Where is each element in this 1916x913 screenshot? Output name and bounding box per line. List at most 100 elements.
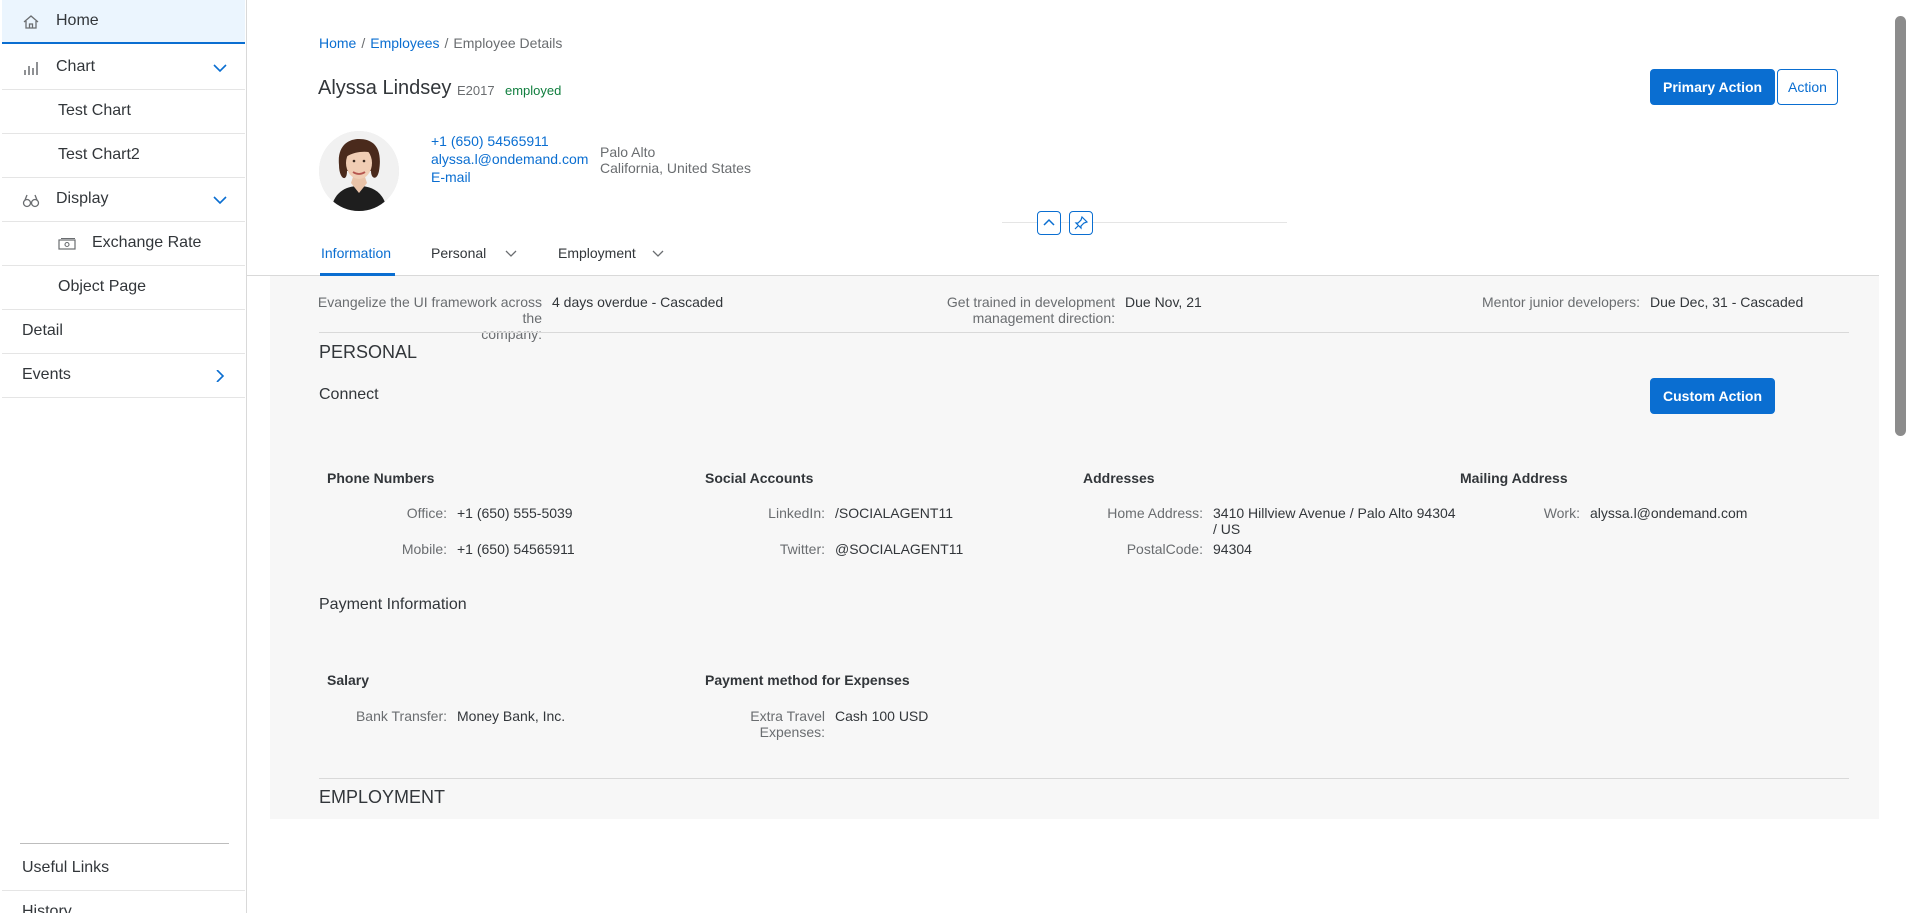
chevron-down-icon[interactable] xyxy=(505,250,517,258)
tab-information[interactable]: Information xyxy=(321,245,391,261)
tab-employment[interactable]: Employment xyxy=(558,245,636,261)
chevron-down-icon[interactable] xyxy=(652,250,664,258)
kpi-label: Mentor junior developers: xyxy=(1410,294,1640,310)
sidebar-item-home[interactable]: Home xyxy=(2,0,245,44)
money-bills-icon xyxy=(58,238,76,250)
sidebar-item-exchange-rate[interactable]: Exchange Rate xyxy=(2,222,245,266)
collapse-header-button[interactable] xyxy=(1037,211,1061,235)
field-label: Work: xyxy=(1543,505,1580,521)
sidebar-item-label: Home xyxy=(56,12,99,29)
field-value: /SOCIALAGENT11 xyxy=(835,505,954,521)
sidebar-item-label: Detail xyxy=(22,322,63,339)
sidebar-item-history[interactable]: History xyxy=(2,891,245,913)
field-value: 94304 xyxy=(1213,541,1252,557)
kpi-value: Due Nov, 21 xyxy=(1125,294,1202,310)
location-region: California, United States xyxy=(600,160,751,176)
page-title: Alyssa Lindsey xyxy=(318,77,452,99)
kpi-value: 4 days overdue - Cascaded xyxy=(552,294,724,310)
field-label: Bank Transfer: xyxy=(355,708,447,724)
kpi-label-line: company: xyxy=(481,326,542,342)
field-value: 3410 Hillview Avenue / Palo Alto 94304 /… xyxy=(1213,505,1463,537)
section-title-employment: EMPLOYMENT xyxy=(319,787,446,807)
divider xyxy=(319,332,1849,333)
bar-chart-icon xyxy=(24,62,38,75)
kpi-value: Due Dec, 31 - Cascaded xyxy=(1650,294,1804,310)
group-title-phone-numbers: Phone Numbers xyxy=(327,470,435,486)
tab-personal[interactable]: Personal xyxy=(431,245,486,261)
breadcrumb-link-home[interactable]: Home xyxy=(319,35,356,51)
group-title-addresses: Addresses xyxy=(1083,470,1155,486)
chevron-right-icon[interactable] xyxy=(213,370,227,382)
sidebar-item-label: Object Page xyxy=(58,278,147,295)
sidebar-item-label: History xyxy=(22,903,72,913)
field-value: Cash 100 USD xyxy=(835,708,929,724)
field-value-line: / US xyxy=(1213,521,1241,537)
custom-action-button[interactable]: Custom Action xyxy=(1650,378,1776,414)
breadcrumb-separator: / xyxy=(361,35,366,51)
section-title-personal: PERSONAL xyxy=(319,342,418,362)
kpi-label-line: Get trained in development xyxy=(946,294,1115,310)
vertical-scrollbar[interactable] xyxy=(1895,16,1906,436)
phone-link[interactable]: +1 (650) 54565911 xyxy=(431,133,549,149)
kpi-label-line: management direction: xyxy=(972,310,1115,326)
breadcrumb-link-employees[interactable]: Employees xyxy=(370,35,439,51)
employee-id: E2017 xyxy=(457,83,495,98)
sidebar-item-test-chart[interactable]: Test Chart xyxy=(2,90,245,134)
sidebar-item-detail[interactable]: Detail xyxy=(2,310,245,354)
person-photo xyxy=(319,131,399,211)
subsection-title-connect: Connect xyxy=(319,386,379,403)
kpi-label: Get trained in development management di… xyxy=(890,294,1115,326)
kpi-label: Evangelize the UI framework across the c… xyxy=(300,294,542,342)
email-link[interactable]: alyssa.l@ondemand.com xyxy=(431,151,588,167)
field-value: Money Bank, Inc. xyxy=(457,708,566,724)
location-city: Palo Alto xyxy=(600,144,656,160)
group-title-mailing-address: Mailing Address xyxy=(1460,470,1568,486)
sidebar-item-display[interactable]: Display xyxy=(2,178,245,222)
chevron-down-icon[interactable] xyxy=(213,62,227,74)
sidebar-item-test-chart2[interactable]: Test Chart2 xyxy=(2,134,245,178)
field-label: Twitter: xyxy=(779,541,825,557)
kpi-label-line: Evangelize the UI framework across the xyxy=(317,294,542,326)
sidebar-item-label: Exchange Rate xyxy=(92,234,202,251)
breadcrumb-separator: / xyxy=(444,35,449,51)
sidebar-item-label: Events xyxy=(22,366,71,383)
sidebar-item-events[interactable]: Events xyxy=(2,354,245,398)
sidebar-separator xyxy=(20,843,229,844)
sidebar-item-label: Test Chart xyxy=(58,102,131,119)
field-value-line: 3410 Hillview Avenue / Palo Alto 94304 xyxy=(1213,505,1456,521)
field-value: alyssa.l@ondemand.com xyxy=(1590,505,1748,521)
avatar xyxy=(319,131,399,211)
breadcrumb-current: Employee Details xyxy=(453,35,563,51)
object-page-sections: Evangelize the UI framework across the c… xyxy=(270,276,1879,819)
field-label: PostalCode: xyxy=(1126,541,1203,557)
home-icon xyxy=(23,15,39,29)
sidebar-item-label: Display xyxy=(56,190,109,207)
binoculars-icon xyxy=(22,194,40,208)
group-title-salary: Salary xyxy=(327,672,370,688)
side-navigation: Home Chart Test Chart Test Chart2 Displa… xyxy=(0,0,247,913)
breadcrumb: Home / Employees / Employee Details xyxy=(319,35,562,51)
action-button[interactable]: Action xyxy=(1777,69,1838,105)
object-page: Home / Employees / Employee Details Alyssa L… xyxy=(247,0,1916,913)
primary-action-button[interactable]: Primary Action xyxy=(1650,69,1776,105)
chevron-down-icon[interactable] xyxy=(213,194,227,206)
sidebar-item-chart[interactable]: Chart xyxy=(2,46,245,90)
pin-header-button[interactable] xyxy=(1069,211,1093,235)
kpi-label-line: Mentor junior developers: xyxy=(1482,294,1640,310)
sidebar-item-useful-links[interactable]: Useful Links xyxy=(2,847,245,891)
object-page-header: Home / Employees / Employee Details Alyssa L… xyxy=(247,0,1879,276)
field-label-line: Extra Travel xyxy=(750,708,825,724)
divider xyxy=(319,778,1849,779)
field-value: +1 (650) 555-5039 xyxy=(457,505,573,521)
status-badge: employed xyxy=(505,83,562,98)
subsection-title-payment: Payment Information xyxy=(319,596,467,613)
field-value: @SOCIALAGENT11 xyxy=(835,541,964,557)
field-value: +1 (650) 54565911 xyxy=(457,541,575,557)
field-label-line: Expenses: xyxy=(759,724,825,740)
field-label: Office: xyxy=(406,505,447,521)
email-action-link[interactable]: E-mail xyxy=(431,169,471,185)
sidebar-item-object-page[interactable]: Object Page xyxy=(2,266,245,310)
chevron-up-icon xyxy=(1043,218,1055,226)
pin-icon xyxy=(1074,216,1088,230)
field-label: Extra Travel Expenses: xyxy=(705,708,825,740)
